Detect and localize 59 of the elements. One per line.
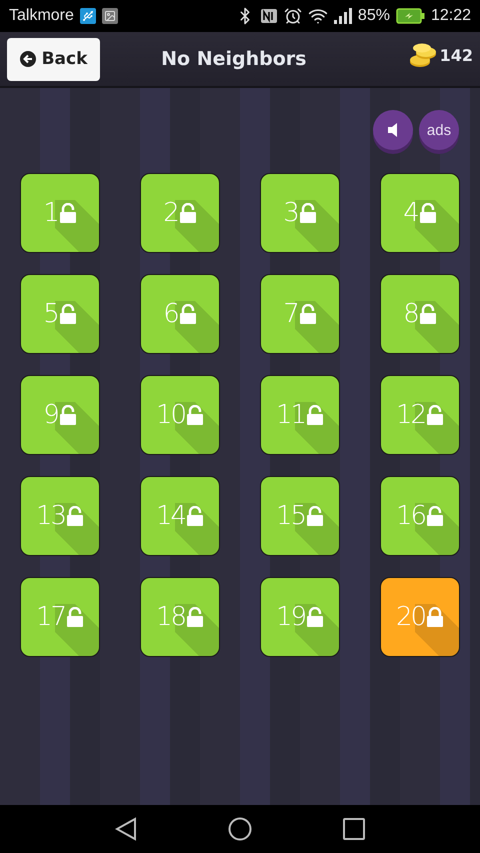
level-tile[interactable]: 16 [380, 476, 460, 556]
unlocked-lock-icon [58, 203, 77, 223]
unlocked-lock-icon [306, 506, 324, 526]
home-nav-icon[interactable] [228, 817, 252, 841]
level-tile[interactable]: 18 [140, 577, 220, 657]
alarm-icon [284, 7, 302, 25]
unlocked-lock-icon [418, 203, 437, 223]
unlocked-lock-icon [298, 203, 317, 223]
clock-time: 12:22 [430, 7, 471, 25]
level-tile[interactable]: 5 [20, 274, 100, 354]
level-tile[interactable]: 11 [260, 375, 340, 455]
level-tile[interactable]: 15 [260, 476, 340, 556]
level-tile[interactable]: 10 [140, 375, 220, 455]
speaker-icon [388, 123, 398, 137]
usb-icon [80, 8, 96, 24]
unlocked-lock-icon [418, 304, 437, 324]
level-tile[interactable]: 3 [260, 173, 340, 253]
battery-percent: 85% [358, 7, 390, 25]
unlocked-lock-icon [306, 405, 324, 425]
unlocked-lock-icon [186, 506, 204, 526]
level-tile[interactable]: 7 [260, 274, 340, 354]
level-tile[interactable]: 19 [260, 577, 340, 657]
unlocked-lock-icon [426, 506, 444, 526]
unlocked-lock-icon [186, 405, 204, 425]
coins-icon [408, 42, 438, 68]
lock-icon [426, 607, 444, 627]
level-tile[interactable]: 2 [140, 173, 220, 253]
image-icon [102, 8, 118, 24]
coin-count: 142 [440, 46, 473, 64]
level-tile[interactable]: 13 [20, 476, 100, 556]
nfc-icon [260, 8, 278, 24]
level-tile[interactable]: 17 [20, 577, 100, 657]
unlocked-lock-icon [66, 607, 84, 627]
level-tile[interactable]: 14 [140, 476, 220, 556]
unlocked-lock-icon [58, 405, 77, 425]
unlocked-lock-icon [58, 304, 77, 324]
level-tile[interactable]: 8 [380, 274, 460, 354]
level-tile[interactable]: 1 [20, 173, 100, 253]
unlocked-lock-icon [186, 607, 204, 627]
level-tile[interactable]: 20 [380, 577, 460, 657]
back-nav-icon[interactable] [115, 817, 138, 841]
battery-icon [396, 8, 425, 24]
level-tile[interactable]: 9 [20, 375, 100, 455]
ads-button[interactable]: ads [419, 110, 459, 150]
screen-title: No Neighbors [160, 48, 308, 70]
unlocked-lock-icon [178, 304, 197, 324]
unlocked-lock-icon [66, 506, 84, 526]
level-tile[interactable]: 6 [140, 274, 220, 354]
level-tile[interactable]: 12 [380, 375, 460, 455]
back-button[interactable]: Back [7, 38, 100, 80]
level-tile[interactable]: 4 [380, 173, 460, 253]
sound-button[interactable] [373, 110, 413, 150]
carrier-name: Talkmore [9, 7, 74, 25]
unlocked-lock-icon [306, 607, 324, 627]
unlocked-lock-icon [178, 203, 197, 223]
signal-icon [334, 8, 352, 24]
unlocked-lock-icon [426, 405, 444, 425]
recents-nav-icon[interactable] [342, 818, 365, 840]
unlocked-lock-icon [298, 304, 317, 324]
